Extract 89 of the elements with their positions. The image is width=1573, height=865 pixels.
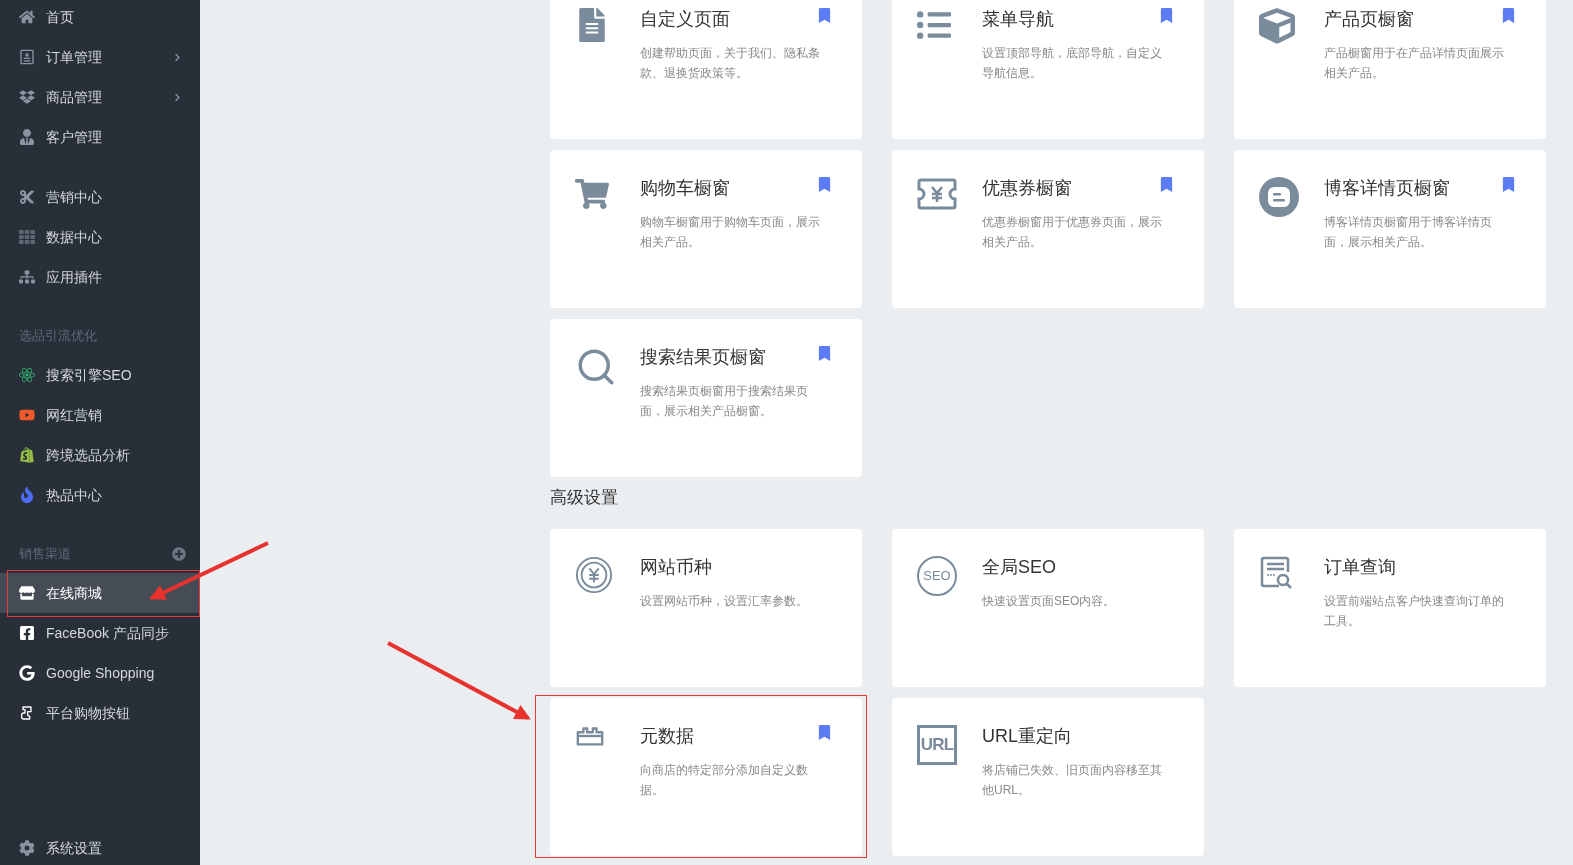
card-description: 产品橱窗用于在产品详情页面展示相关产品。 [1324,45,1505,82]
coupon-icon [917,177,957,211]
card-description: 向商店的特定部分添加自定义数据。 [640,762,809,799]
cart-icon [575,177,609,211]
nav-item[interactable]: 网红营销 [0,395,200,435]
card-title: 产品页橱窗 [1324,8,1415,31]
order-search-icon [1259,556,1293,590]
home-icon [19,9,35,25]
bookmark-icon[interactable] [817,177,832,192]
nav-item[interactable]: 搜索引擎SEO [0,355,200,395]
card-title: 优惠券橱窗 [982,177,1073,200]
nav-item[interactable]: 营销中心 [0,177,200,217]
settings-card[interactable]: 博客详情页橱窗 博客详情页橱窗用于博客详情页面，展示相关产品。 [1234,150,1546,308]
card-title: 菜单导航 [982,8,1055,31]
nav-item[interactable]: 在线商城 [0,573,200,613]
card-description: 快速设置页面SEO内容。 [982,593,1117,610]
list-icon [917,8,951,42]
settings-card[interactable]: SEO 全局SEO 快速设置页面SEO内容。 [892,529,1204,687]
card-description: 搜索结果页橱窗用于搜索结果页面，展示相关产品橱窗。 [640,383,809,420]
chevron-icon [173,92,182,102]
bookmark-icon[interactable] [817,346,832,361]
card-title: 博客详情页橱窗 [1324,177,1451,200]
user-icon [19,129,35,145]
settings-card[interactable]: 优惠券橱窗 优惠券橱窗用于优惠券页面，展示相关产品。 [892,150,1204,308]
bookmark-icon[interactable] [1159,8,1174,23]
chevron-icon [173,52,182,62]
settings-card[interactable]: 元数据 向商店的特定部分添加自定义数据。 [550,698,862,856]
clipboard-icon [19,49,35,65]
bookmark-icon[interactable] [1501,8,1516,23]
card-description: 将店铺已失效、旧页面内容移至其他URL。 [982,762,1163,799]
grid-icon [19,229,35,245]
nav-item[interactable]: 订单管理 [0,37,200,77]
card-title: 搜索结果页橱窗 [640,346,767,369]
card-description: 创建帮助页面，关于我们、隐私条款、退换货政策等。 [640,45,821,82]
nav-item[interactable]: 热品中心 [0,475,200,515]
nav-item[interactable]: Google Shopping [0,653,200,693]
card-title: 自定义页面 [640,8,731,31]
card-title: 购物车橱窗 [640,177,731,200]
settings-card[interactable]: 菜单导航 设置顶部导航，底部导航，自定义导航信息。 [892,0,1204,139]
bookmark-icon[interactable] [1159,177,1174,192]
settings-card[interactable]: 自定义页面 创建帮助页面，关于我们、隐私条款、退换货政策等。 [550,0,862,139]
card-title: 订单查询 [1324,556,1397,579]
currency-icon [575,556,613,594]
settings-card[interactable]: 网站币种 设置网站币种，设置汇率参数。 [550,529,862,687]
card-title: URL重定向 [982,725,1073,748]
nav-item[interactable]: 跨境选品分析 [0,435,200,475]
card-description: 设置顶部导航，底部导航，自定义导航信息。 [982,45,1163,82]
settings-card[interactable]: 购物车橱窗 购物车橱窗用于购物车页面，展示相关产品。 [550,150,862,308]
nav-item[interactable]: 系统设置 [0,828,200,865]
section-title: 高级设置 [550,487,619,509]
bookmark-icon[interactable] [817,8,832,23]
card-description: 购物车橱窗用于购物车页面，展示相关产品。 [640,214,821,251]
sitemap-icon [19,269,35,285]
card-description: 设置前端站点客户快速查询订单的工具。 [1324,593,1505,630]
url-icon: URL [917,725,957,765]
card-description: 优惠券橱窗用于优惠券页面，展示相关产品。 [982,214,1163,251]
card-description: 设置网站币种，设置汇率参数。 [640,593,809,610]
card-title: 网站币种 [640,556,713,579]
settings-card[interactable]: 产品页橱窗 产品橱窗用于在产品详情页面展示相关产品。 [1234,0,1546,139]
shopping-bag-icon [19,447,35,463]
store-icon [19,585,35,601]
boxes-icon [19,89,35,105]
nav-item[interactable]: 数据中心 [0,217,200,257]
flame-icon [19,487,35,503]
play-icon [19,407,35,423]
card-description: 博客详情页橱窗用于博客详情页面，展示相关产品。 [1324,214,1493,251]
bookmark-icon[interactable] [817,725,832,740]
facebook-icon [19,625,35,641]
bookmark-icon[interactable] [1501,177,1516,192]
card-title: 元数据 [640,725,695,748]
blog-icon [1259,177,1299,217]
settings-icon [19,840,35,856]
google-icon [19,665,35,681]
nav-item[interactable]: FaceBook 产品同步 [0,613,200,653]
cube-icon [1259,8,1295,44]
nav-item[interactable]: 平台购物按钮 [0,693,200,733]
section-heading: 销售渠道 [19,545,72,564]
nav-item[interactable]: 客户管理 [0,117,200,157]
scissors-icon [19,189,35,205]
seo-icon: SEO [917,556,957,596]
nav-item[interactable]: 应用插件 [0,257,200,297]
atom-icon [19,367,35,383]
nav-item[interactable]: 商品管理 [0,77,200,117]
settings-card[interactable]: 订单查询 设置前端站点客户快速查询订单的工具。 [1234,529,1546,687]
card-title: 全局SEO [982,556,1057,579]
settings-card[interactable]: 搜索结果页橱窗 搜索结果页橱窗用于搜索结果页面，展示相关产品橱窗。 [550,319,862,477]
settings-card[interactable]: URL URL重定向 将店铺已失效、旧页面内容移至其他URL。 [892,698,1204,856]
add-icon[interactable] [172,547,186,561]
nav-item[interactable]: 首页 [0,0,200,37]
